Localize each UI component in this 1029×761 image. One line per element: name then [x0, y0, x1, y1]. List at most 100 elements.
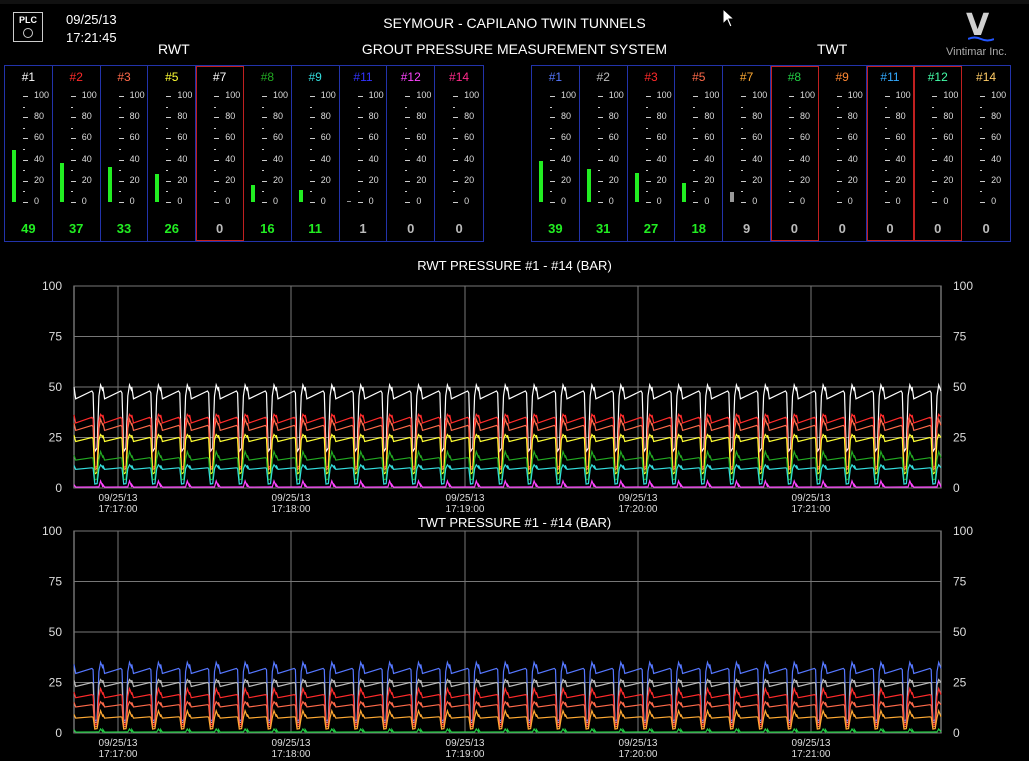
gauge-scale-tick — [453, 96, 459, 97]
gauge-scale-tick — [932, 96, 938, 97]
gauge-scale-minor-tick — [23, 170, 25, 172]
gauge-scale-tick-label: 0 — [991, 196, 997, 206]
gauge-scale-tick-label: 80 — [799, 111, 810, 122]
rwt-gauge[interactable]: #11 100 80 60 40 20 0 1 — [340, 66, 388, 241]
gauge-scale-minor-tick — [357, 191, 360, 193]
gauge-scale-tick-label: 40 — [129, 153, 140, 164]
gauge-scale-tick-label: 20 — [81, 174, 92, 185]
gauge-scale-tick-label: 20 — [799, 174, 810, 185]
gauge-scale-tick — [645, 96, 651, 97]
gauge-scale-tick-label: 60 — [561, 132, 572, 143]
twt-gauge[interactable]: #12 100 80 60 40 20 0 0 — [914, 66, 963, 241]
gauge-scale-minor-tick — [357, 106, 360, 108]
gauge-scale-tick — [357, 180, 363, 182]
gauge-scale-tick-label: 80 — [991, 111, 1002, 122]
gauge-scale-tick-label: 0 — [225, 196, 231, 206]
rwt-group-label: RWT — [158, 41, 190, 57]
rwt-gauge[interactable]: #7 100 80 60 40 20 0 0 — [196, 66, 244, 241]
gauge-scale: 100 80 60 40 20 0 — [738, 90, 770, 216]
gauge-scale-tick — [836, 117, 842, 119]
gauge-scale-minor-tick — [23, 149, 25, 150]
gauge-scale-minor-tick — [405, 106, 408, 108]
twt-gauge[interactable]: #9 100 80 60 40 20 0 0 — [819, 66, 867, 241]
gauge-scale-tick-label: 60 — [847, 132, 858, 143]
rwt-gauge[interactable]: #2 100 80 60 40 20 0 37 — [53, 66, 101, 241]
gauge-scale-tick-label: 80 — [561, 111, 572, 122]
gauge-scale-tick — [309, 117, 315, 119]
gauge-scale-tick-label: 0 — [34, 196, 40, 206]
gauge-scale-minor-tick — [166, 149, 169, 150]
gauge-scale-minor-tick — [453, 170, 456, 172]
gauge-scale-minor-tick — [261, 191, 264, 193]
gauge-scale: 100 80 60 40 20 0 — [163, 90, 195, 216]
twt-gauge[interactable]: #8 100 80 60 40 20 0 0 — [770, 66, 819, 241]
gauge-scale-tick — [597, 117, 603, 119]
gauge-scale-tick-label: 0 — [752, 196, 758, 206]
gauge-label: #11 — [880, 70, 900, 84]
gauge-scale-tick — [836, 180, 842, 182]
twt-gauge[interactable]: #14 100 80 60 40 20 0 0 — [962, 66, 1010, 241]
x-tick-date: 09/25/13 — [619, 738, 658, 749]
x-tick-time: 17:19:00 — [446, 504, 485, 515]
gauge-scale-tick-label: 20 — [34, 174, 45, 185]
gauge-scale-tick — [597, 138, 603, 140]
gauge-scale-tick — [261, 138, 267, 140]
twt-gauge[interactable]: #2 100 80 60 40 20 0 31 — [580, 66, 628, 241]
twt-gauge[interactable]: #5 100 80 60 40 20 0 18 — [675, 66, 724, 241]
gauge-scale-minor-tick — [118, 170, 121, 172]
rwt-gauge[interactable]: #14 100 80 60 40 20 0 0 — [435, 66, 483, 241]
gauge-scale-minor-tick — [214, 191, 217, 193]
gauge-scale-tick — [884, 180, 890, 182]
twt-gauge[interactable]: #3 100 80 60 40 20 0 27 — [628, 66, 676, 241]
gauge-scale-tick — [884, 138, 890, 140]
gauge-scale-minor-tick — [693, 149, 696, 150]
y-tick-label-left: 50 — [49, 625, 63, 639]
gauge-scale-tick-label: 40 — [225, 153, 236, 164]
gauge-scale-minor-tick — [118, 127, 121, 129]
gauge-scale-tick — [23, 159, 28, 161]
gauge-scale-tick — [741, 202, 747, 203]
rwt-gauge[interactable]: #1 100 80 60 40 20 0 49 — [5, 66, 53, 241]
gauge-scale-tick-label: 80 — [847, 111, 858, 122]
y-tick-label-right: 75 — [953, 575, 967, 589]
gauge-scale-minor-tick — [836, 106, 839, 108]
twt-gauge[interactable]: #11 100 80 60 40 20 0 0 — [866, 66, 915, 241]
gauge-scale-minor-tick — [645, 127, 648, 129]
gauge-scale-minor-tick — [453, 127, 456, 129]
gauge-scale-tick-label: 60 — [34, 132, 45, 143]
rwt-gauge[interactable]: #3 100 80 60 40 20 0 33 — [101, 66, 149, 241]
gauge-scale-minor-tick — [932, 127, 935, 129]
gauge-scale-tick — [70, 117, 76, 119]
gauge-scale-tick-label: 100 — [416, 90, 432, 100]
gauge-level-bar — [634, 173, 639, 202]
gauge-scale-minor-tick — [118, 106, 121, 108]
y-tick-label-right: 0 — [953, 481, 960, 495]
gauge-scale-tick — [118, 138, 124, 140]
gauge-scale-minor-tick — [550, 106, 552, 108]
gauge-scale-minor-tick — [214, 106, 217, 108]
twt-gauge[interactable]: #7 100 80 60 40 20 0 9 — [723, 66, 771, 241]
gauge-scale-tick-label: 0 — [81, 196, 87, 206]
y-tick-label-right: 25 — [953, 431, 967, 445]
twt-pressure-chart[interactable]: 100 10075 7550 5025 250 009/25/1317:17:0009/2… — [0, 521, 1029, 761]
gauge-scale-tick-label: 40 — [656, 153, 667, 164]
gauge-value: 11 — [308, 221, 323, 236]
rwt-gauge[interactable]: #5 100 80 60 40 20 0 26 — [148, 66, 197, 241]
y-tick-label-left: 100 — [42, 524, 62, 538]
rwt-gauge[interactable]: #12 100 80 60 40 20 0 0 — [387, 66, 436, 241]
rwt-gauge[interactable]: #8 100 80 60 40 20 0 16 — [244, 66, 292, 241]
gauge-scale-tick — [693, 159, 699, 161]
gauge-scale-tick-label: 40 — [464, 153, 475, 164]
x-tick-date: 09/25/13 — [446, 493, 485, 504]
gauge-scale-tick — [884, 117, 890, 119]
rwt-gauge[interactable]: #9 100 80 60 40 20 0 11 — [292, 66, 340, 241]
gauge-scale-tick — [788, 117, 794, 119]
gauge-scale-tick-label: 40 — [799, 153, 810, 164]
twt-gauge[interactable]: #1 100 80 60 40 20 0 39 — [532, 66, 580, 241]
gauge-label: #2 — [596, 70, 610, 84]
gauge-scale-tick-label: 20 — [416, 174, 427, 185]
gauge-value: 31 — [595, 221, 611, 236]
gauge-label: #7 — [212, 70, 227, 84]
gauge-scale-minor-tick — [309, 149, 312, 150]
rwt-pressure-chart[interactable]: 100 10075 7550 5025 250 009/25/1317:17:0009/2… — [0, 276, 1029, 516]
